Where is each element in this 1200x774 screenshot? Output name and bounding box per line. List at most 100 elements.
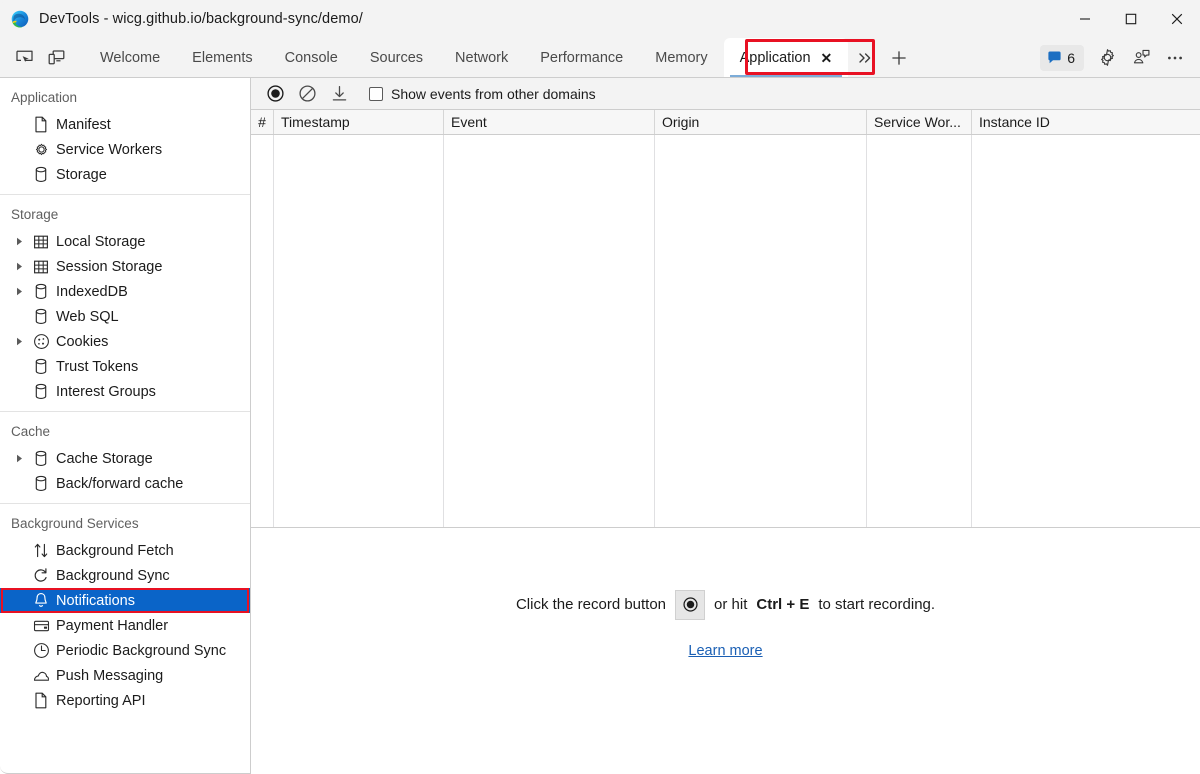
close-window-button[interactable]	[1154, 0, 1200, 38]
sidebar-item-label: Service Workers	[56, 141, 163, 158]
database-icon	[28, 166, 54, 183]
sidebar-item-label: Interest Groups	[56, 383, 156, 400]
sidebar-item-local-storage[interactable]: Local Storage	[0, 229, 250, 254]
devtools-tab-strip: Welcome Elements Console Sources Network…	[0, 38, 1200, 78]
column-header-event[interactable]: Event	[444, 110, 655, 134]
database-icon	[28, 308, 54, 325]
application-sidebar: Application Manifest Service Workers Sto…	[0, 78, 251, 774]
sidebar-item-service-workers[interactable]: Service Workers	[0, 137, 250, 162]
sidebar-section-title: Cache	[11, 424, 51, 439]
sidebar-item-payment-handler[interactable]: Payment Handler	[0, 613, 250, 638]
grid-column-timestamp	[274, 135, 444, 527]
device-toolbar-icon[interactable]	[40, 38, 72, 77]
feedback-icon[interactable]	[1124, 38, 1158, 77]
download-arrow-icon[interactable]	[325, 81, 353, 107]
gear-icon[interactable]	[1090, 38, 1124, 77]
sidebar-item-label: Cache Storage	[56, 450, 153, 467]
tab-welcome[interactable]: Welcome	[84, 38, 176, 77]
tab-elements[interactable]: Elements	[176, 38, 268, 77]
database-icon	[28, 283, 54, 300]
sidebar-item-trust-tokens[interactable]: Trust Tokens	[0, 354, 250, 379]
close-tab-icon[interactable]: ✕	[821, 51, 833, 65]
sidebar-item-periodic-background-sync[interactable]: Periodic Background Sync	[0, 638, 250, 663]
sidebar-item-storage[interactable]: Storage	[0, 162, 250, 187]
tab-network[interactable]: Network	[439, 38, 524, 77]
tab-label: Elements	[192, 49, 253, 66]
cookie-icon	[28, 333, 54, 350]
inspect-element-icon[interactable]	[8, 38, 40, 77]
tab-label: Console	[284, 49, 338, 66]
tab-label: Performance	[540, 49, 624, 66]
sidebar-item-reporting-api[interactable]: Reporting API	[0, 688, 250, 713]
checkbox-box[interactable]	[369, 86, 383, 101]
sidebar-item-back-forward-cache[interactable]: Back/forward cache	[0, 471, 250, 496]
window-title: DevTools - wicg.github.io/background-syn…	[39, 11, 363, 27]
clock-icon	[28, 642, 54, 659]
tab-application[interactable]: Application ✕	[723, 38, 849, 77]
sidebar-section-background-services: Background Services Background Fetch Bac…	[0, 503, 250, 720]
sidebar-item-cookies[interactable]: Cookies	[0, 329, 250, 354]
table-icon	[28, 259, 54, 275]
database-icon	[28, 358, 54, 375]
expand-arrow-icon[interactable]	[10, 262, 28, 271]
sidebar-item-label: Local Storage	[56, 233, 146, 250]
learn-more-link[interactable]: Learn more	[688, 643, 762, 659]
sidebar-item-label: Session Storage	[56, 258, 163, 275]
ellipsis-icon[interactable]	[1158, 38, 1192, 77]
tabstrip-spacer	[916, 38, 1040, 77]
record-circle-icon[interactable]	[675, 589, 706, 620]
table-icon	[28, 234, 54, 250]
events-grid-header: # Timestamp Event Origin Service Wor... …	[251, 110, 1200, 135]
chevron-double-right-icon[interactable]	[848, 38, 882, 77]
expand-arrow-icon[interactable]	[10, 337, 28, 346]
sidebar-item-web-sql[interactable]: Web SQL	[0, 304, 250, 329]
expand-arrow-icon[interactable]	[10, 287, 28, 296]
maximize-button[interactable]	[1108, 0, 1154, 38]
tab-list: Welcome Elements Console Sources Network…	[84, 38, 849, 77]
sidebar-section-title: Background Services	[11, 516, 139, 531]
empty-state-suffix: to start recording.	[818, 596, 936, 613]
sidebar-section-storage: Storage Local Storage Session Storage In…	[0, 194, 250, 411]
record-circle-icon[interactable]	[261, 81, 289, 107]
column-header-timestamp[interactable]: Timestamp	[274, 110, 444, 134]
message-count-badge[interactable]: 6	[1040, 44, 1084, 71]
events-grid-body[interactable]	[251, 135, 1200, 528]
database-icon	[28, 383, 54, 400]
sidebar-item-label: Trust Tokens	[56, 358, 139, 375]
add-tab-icon[interactable]	[882, 38, 916, 77]
sidebar-item-interest-groups[interactable]: Interest Groups	[0, 379, 250, 404]
tab-sources[interactable]: Sources	[354, 38, 439, 77]
sidebar-item-label: Back/forward cache	[56, 475, 184, 492]
sidebar-item-label: Manifest	[56, 116, 111, 133]
column-header-number[interactable]: #	[251, 110, 274, 134]
expand-arrow-icon[interactable]	[10, 454, 28, 463]
tab-performance[interactable]: Performance	[524, 38, 639, 77]
tab-console[interactable]: Console	[269, 38, 354, 77]
sidebar-item-push-messaging[interactable]: Push Messaging	[0, 663, 250, 688]
sidebar-item-background-sync[interactable]: Background Sync	[0, 563, 250, 588]
sidebar-item-manifest[interactable]: Manifest	[0, 112, 250, 137]
empty-state-shortcut: Ctrl + E	[756, 596, 810, 613]
tab-memory[interactable]: Memory	[639, 38, 723, 77]
sidebar-item-label: Periodic Background Sync	[56, 642, 227, 659]
column-header-instance-id[interactable]: Instance ID	[972, 110, 1200, 134]
sidebar-item-notifications[interactable]: Notifications	[0, 588, 250, 613]
sidebar-item-session-storage[interactable]: Session Storage	[0, 254, 250, 279]
minimize-button[interactable]	[1062, 0, 1108, 38]
column-header-origin[interactable]: Origin	[655, 110, 867, 134]
sidebar-item-cache-storage[interactable]: Cache Storage	[0, 446, 250, 471]
column-header-service-worker[interactable]: Service Wor...	[867, 110, 972, 134]
clear-circle-slash-icon[interactable]	[293, 81, 321, 107]
tab-label: Network	[455, 49, 509, 66]
expand-arrow-icon[interactable]	[10, 237, 28, 246]
sidebar-item-background-fetch[interactable]: Background Fetch	[0, 538, 250, 563]
grid-column-instance-id	[972, 135, 1200, 527]
show-other-domains-checkbox[interactable]: Show events from other domains	[369, 86, 596, 102]
devtools-body: Application Manifest Service Workers Sto…	[0, 78, 1200, 774]
sidebar-section-title: Storage	[11, 207, 59, 222]
sidebar-item-indexeddb[interactable]: IndexedDB	[0, 279, 250, 304]
credit-card-icon	[28, 618, 54, 634]
grid-column-service-worker	[867, 135, 972, 527]
message-count: 6	[1067, 49, 1075, 66]
checkbox-label: Show events from other domains	[391, 85, 596, 102]
